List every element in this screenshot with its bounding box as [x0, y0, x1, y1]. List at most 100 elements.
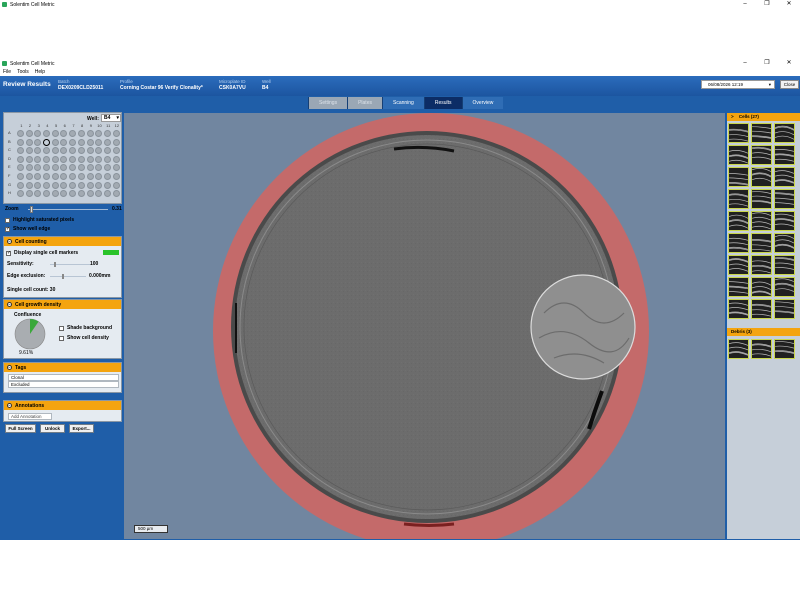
well-E1[interactable] — [17, 164, 24, 172]
well-D9[interactable] — [86, 155, 94, 163]
well-F10[interactable] — [95, 172, 103, 180]
cell-thumbnail[interactable] — [728, 145, 749, 165]
well-A6[interactable] — [60, 130, 68, 137]
well-H2[interactable] — [25, 190, 33, 198]
well-H3[interactable] — [34, 190, 42, 198]
collapse-icon[interactable]: − — [7, 365, 12, 370]
well-B7[interactable] — [69, 138, 77, 146]
well-H6[interactable] — [60, 190, 68, 198]
full-screen-button[interactable]: Full Screen — [5, 424, 36, 433]
cell-thumbnail[interactable] — [751, 299, 772, 319]
well-B3[interactable] — [34, 138, 42, 146]
well-E5[interactable] — [51, 164, 59, 172]
well-B9[interactable] — [86, 138, 94, 146]
unlock-button[interactable]: Unlock — [40, 424, 65, 433]
cell-thumbnail[interactable] — [774, 299, 795, 319]
well-G3[interactable] — [34, 181, 42, 189]
cell-thumbnail[interactable] — [774, 189, 795, 209]
menu-item-file[interactable]: File — [3, 69, 11, 75]
well-F1[interactable] — [17, 172, 24, 180]
well-A4[interactable] — [43, 130, 51, 137]
tab-results[interactable]: Results — [423, 97, 462, 109]
well-F9[interactable] — [86, 172, 94, 180]
edge-exclusion-thumb[interactable] — [62, 274, 64, 279]
well-G1[interactable] — [17, 181, 24, 189]
well-C8[interactable] — [77, 147, 85, 155]
well-G5[interactable] — [51, 181, 59, 189]
well-H5[interactable] — [51, 190, 59, 198]
cell-thumbnail[interactable] — [728, 167, 749, 187]
well-C7[interactable] — [69, 147, 77, 155]
well-C10[interactable] — [95, 147, 103, 155]
add-annotation-input[interactable]: Add Annotation — [8, 413, 52, 420]
cell-thumbnail[interactable] — [751, 211, 772, 231]
close-window-button[interactable]: ✕ — [778, 59, 800, 68]
well-B11[interactable] — [103, 138, 111, 146]
tab-scanning[interactable]: Scanning — [381, 97, 424, 109]
well-A5[interactable] — [51, 130, 59, 137]
well-F7[interactable] — [69, 172, 77, 180]
cell-thumbnail[interactable] — [774, 255, 795, 275]
close-icon[interactable]: ✕ — [778, 0, 800, 9]
menu-item-tools[interactable]: Tools — [17, 69, 29, 75]
collapse-icon[interactable]: − — [7, 403, 12, 408]
well-G10[interactable] — [95, 181, 103, 189]
zoom-slider[interactable] — [28, 209, 108, 210]
well-C2[interactable] — [25, 147, 33, 155]
cells-header[interactable]: > Cells (27) — [727, 113, 800, 121]
well-F4[interactable] — [43, 172, 51, 180]
well-A3[interactable] — [34, 130, 42, 137]
edge-exclusion-slider[interactable] — [50, 276, 86, 277]
datetime-select[interactable]: 06/08/2026 12:19 ▾ — [701, 80, 775, 89]
well-C1[interactable] — [17, 147, 24, 155]
well-B4[interactable] — [43, 138, 51, 146]
well-H7[interactable] — [69, 190, 77, 198]
well-H10[interactable] — [95, 190, 103, 198]
cell-counting-header[interactable]: − Cell counting — [4, 237, 121, 246]
cell-thumbnail[interactable] — [728, 299, 749, 319]
well-E11[interactable] — [103, 164, 111, 172]
well-E12[interactable] — [112, 164, 120, 172]
cell-thumbnail[interactable] — [751, 277, 772, 297]
well-G4[interactable] — [43, 181, 51, 189]
well-F2[interactable] — [25, 172, 33, 180]
shade-background-checkbox[interactable] — [59, 325, 64, 331]
well-E2[interactable] — [25, 164, 33, 172]
well-B8[interactable] — [77, 138, 85, 146]
well-A9[interactable] — [86, 130, 94, 137]
well-G9[interactable] — [86, 181, 94, 189]
well-select[interactable]: B4 ▾ — [101, 114, 121, 122]
cell-thumbnail[interactable] — [728, 123, 749, 143]
show-density-checkbox[interactable] — [59, 335, 64, 341]
highlight-saturated-checkbox[interactable] — [5, 217, 10, 223]
well-H8[interactable] — [77, 190, 85, 198]
well-C4[interactable] — [43, 147, 51, 155]
well-A2[interactable] — [25, 130, 33, 137]
sensitivity-thumb[interactable] — [54, 262, 56, 267]
well-D3[interactable] — [34, 155, 42, 163]
cell-thumbnail[interactable] — [728, 189, 749, 209]
cell-thumbnail[interactable] — [774, 123, 795, 143]
well-D2[interactable] — [25, 155, 33, 163]
tab-plates[interactable]: Plates — [347, 97, 382, 109]
well-E8[interactable] — [77, 164, 85, 172]
well-A8[interactable] — [77, 130, 85, 137]
show-well-edge-checkbox[interactable] — [5, 226, 10, 232]
well-A1[interactable] — [17, 130, 24, 137]
well-G11[interactable] — [103, 181, 111, 189]
well-F6[interactable] — [60, 172, 68, 180]
well-F3[interactable] — [34, 172, 42, 180]
well-F5[interactable] — [51, 172, 59, 180]
menu-item-help[interactable]: Help — [35, 69, 45, 75]
cell-thumbnail[interactable] — [751, 255, 772, 275]
cell-thumbnail[interactable] — [728, 233, 749, 253]
show-density-option[interactable]: Show cell density — [59, 334, 109, 342]
zoom-slider-thumb[interactable] — [30, 206, 33, 213]
cell-thumbnail[interactable] — [751, 167, 772, 187]
well-E6[interactable] — [60, 164, 68, 172]
well-G6[interactable] — [60, 181, 68, 189]
well-E4[interactable] — [43, 164, 51, 172]
shade-background-option[interactable]: Shade background — [59, 324, 112, 332]
well-C11[interactable] — [103, 147, 111, 155]
well-E7[interactable] — [69, 164, 77, 172]
